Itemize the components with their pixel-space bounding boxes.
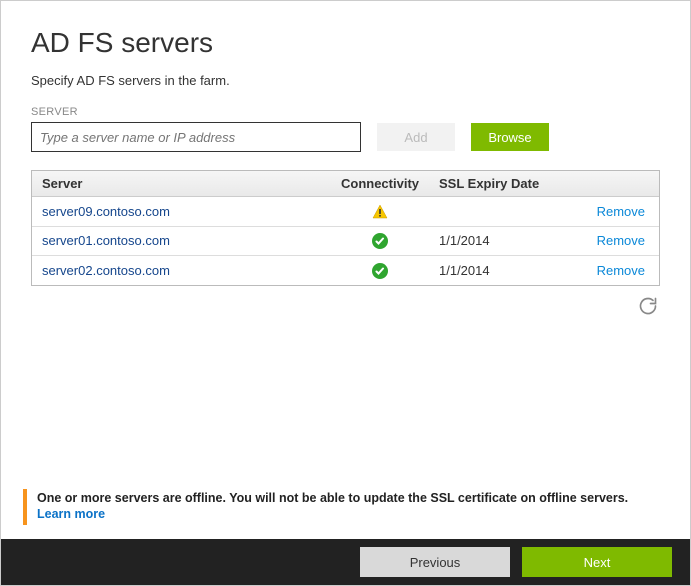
server-link[interactable]: server01.contoso.com: [42, 233, 170, 248]
offline-alert: One or more servers are offline. You wil…: [23, 489, 668, 525]
server-link[interactable]: server02.contoso.com: [42, 263, 170, 278]
wizard-footer: Previous Next: [1, 539, 690, 585]
connectivity-cell: [331, 197, 429, 227]
server-input[interactable]: [31, 122, 361, 152]
col-connectivity: Connectivity: [331, 171, 429, 197]
server-field-label: SERVER: [31, 106, 660, 118]
check-icon: [372, 262, 388, 277]
refresh-icon[interactable]: [638, 296, 658, 319]
connectivity-cell: [331, 226, 429, 256]
alert-text: One or more servers are offline. You wil…: [37, 491, 658, 505]
col-server: Server: [32, 171, 331, 197]
table-row: server09.contoso.com Remove: [32, 197, 659, 227]
connectivity-cell: [331, 256, 429, 285]
remove-link[interactable]: Remove: [597, 233, 645, 248]
warning-icon: [372, 203, 388, 218]
ssl-expiry-cell: [429, 197, 579, 227]
learn-more-link[interactable]: Learn more: [37, 507, 105, 521]
browse-button[interactable]: Browse: [471, 123, 549, 151]
add-button[interactable]: Add: [377, 123, 455, 151]
remove-link[interactable]: Remove: [597, 263, 645, 278]
server-input-row: Add Browse: [31, 122, 660, 152]
col-action: [579, 171, 659, 197]
server-link[interactable]: server09.contoso.com: [42, 204, 170, 219]
servers-table-wrap: Server Connectivity SSL Expiry Date serv…: [31, 170, 660, 286]
ssl-expiry-cell: 1/1/2014: [429, 226, 579, 256]
ssl-expiry-cell: 1/1/2014: [429, 256, 579, 285]
remove-link[interactable]: Remove: [597, 204, 645, 219]
page-subtitle: Specify AD FS servers in the farm.: [31, 73, 660, 88]
table-row: server02.contoso.com 1/1/2014 Remove: [32, 256, 659, 285]
check-icon: [372, 233, 388, 248]
servers-table: Server Connectivity SSL Expiry Date serv…: [32, 171, 659, 285]
table-row: server01.contoso.com 1/1/2014 Remove: [32, 226, 659, 256]
page-title: AD FS servers: [31, 27, 660, 59]
col-ssl-expiry: SSL Expiry Date: [429, 171, 579, 197]
previous-button[interactable]: Previous: [360, 547, 510, 577]
next-button[interactable]: Next: [522, 547, 672, 577]
